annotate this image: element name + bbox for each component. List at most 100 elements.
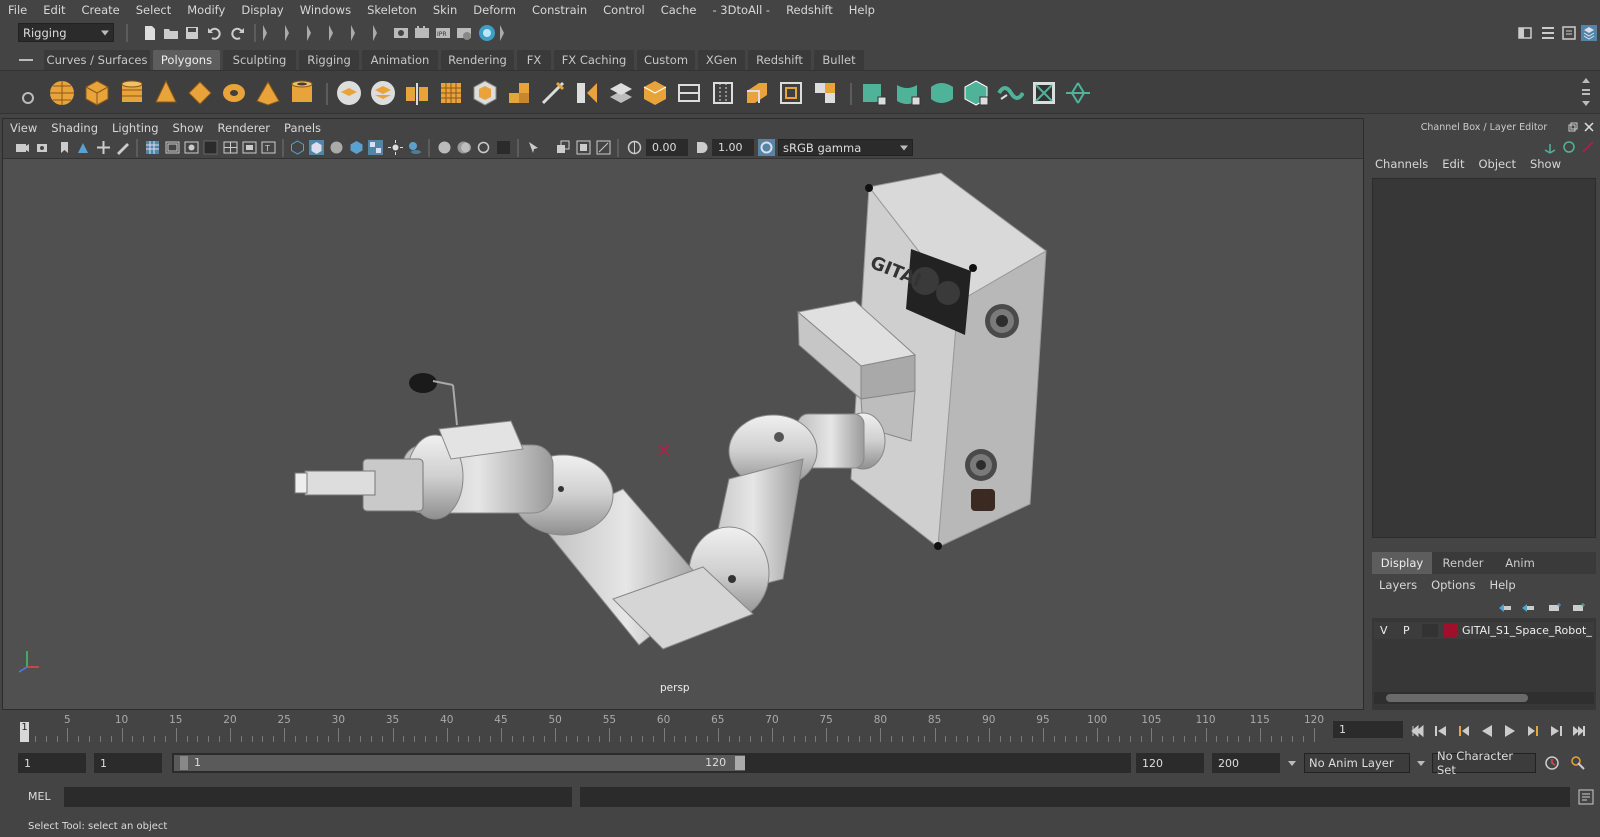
insert-edge-loop-icon[interactable] <box>709 79 737 107</box>
scrollbar-thumb[interactable] <box>1386 694 1528 702</box>
menu-cache[interactable]: Cache <box>653 3 705 17</box>
fill-hole-icon[interactable] <box>743 79 771 107</box>
tab-custom[interactable]: Custom <box>637 50 695 70</box>
uv-spherical-icon[interactable] <box>928 79 956 107</box>
chevron-down-icon[interactable] <box>1416 760 1426 768</box>
le-menu-help[interactable]: Help <box>1482 578 1522 592</box>
ipr-render-icon[interactable]: IPR <box>435 25 451 41</box>
menu-modify[interactable]: Modify <box>179 3 233 17</box>
layer-reference-toggle[interactable] <box>1422 624 1438 637</box>
auto-key-icon[interactable] <box>1544 755 1560 771</box>
expand-icon[interactable] <box>351 25 355 41</box>
cb-menu-show[interactable]: Show <box>1523 157 1568 171</box>
exposure-field[interactable]: 0.00 <box>646 139 688 156</box>
command-input[interactable] <box>64 787 572 807</box>
range-slider-handle[interactable] <box>174 755 746 771</box>
menu-skeleton[interactable]: Skeleton <box>359 3 425 17</box>
render-view-icon[interactable] <box>393 25 409 41</box>
safe-action-icon[interactable] <box>242 140 257 155</box>
target-weld-icon[interactable] <box>573 79 601 107</box>
extrude-icon[interactable] <box>505 79 533 107</box>
anim-layer-dropdown[interactable]: No Anim Layer <box>1304 753 1410 773</box>
tab-fx[interactable]: FX <box>517 50 551 70</box>
cb-menu-edit[interactable]: Edit <box>1435 157 1471 171</box>
expand-icon[interactable] <box>500 25 504 41</box>
vp-menu-shading[interactable]: Shading <box>44 121 105 135</box>
tab-xgen[interactable]: XGen <box>698 50 745 70</box>
poly-pyramid-icon[interactable] <box>254 79 282 107</box>
go-to-end-icon[interactable] <box>1572 724 1586 738</box>
menu-redshift[interactable]: Redshift <box>778 3 841 17</box>
poly-plane-icon[interactable] <box>186 79 214 107</box>
play-forwards-icon[interactable] <box>1503 724 1517 738</box>
poly-cylinder-icon[interactable] <box>118 79 146 107</box>
resolution-gate-icon[interactable] <box>184 140 199 155</box>
character-set-dropdown[interactable]: No Character Set <box>1432 749 1536 777</box>
go-to-start-icon[interactable] <box>1411 724 1425 738</box>
smooth-icon[interactable] <box>437 79 465 107</box>
script-editor-icon[interactable] <box>1578 789 1594 805</box>
menu-skin[interactable]: Skin <box>425 3 465 17</box>
vp-menu-view[interactable]: View <box>3 121 44 135</box>
menu-constrain[interactable]: Constrain <box>524 3 595 17</box>
menu-edit[interactable]: Edit <box>35 3 73 17</box>
expand-icon[interactable] <box>263 25 267 41</box>
tab-anim[interactable]: Anim <box>1494 552 1546 574</box>
anti-aliasing-icon[interactable] <box>596 140 611 155</box>
open-scene-icon[interactable] <box>163 25 179 41</box>
expand-icon[interactable] <box>285 25 289 41</box>
layer-row[interactable]: V P GITAI_S1_Space_Robot_V <box>1374 622 1594 639</box>
vp-menu-show[interactable]: Show <box>166 121 211 135</box>
uv-automatic-icon[interactable] <box>962 79 990 107</box>
use-all-lights-icon[interactable] <box>388 140 403 155</box>
gate-mask-icon[interactable] <box>203 140 218 155</box>
close-icon[interactable] <box>1584 122 1594 132</box>
step-back-frame-icon[interactable] <box>1434 724 1448 738</box>
save-scene-icon[interactable] <box>184 25 200 41</box>
viewport-scene[interactable]: GITAI <box>3 159 1363 709</box>
shelf-scroll-icon[interactable] <box>1580 75 1592 109</box>
animation-start-field[interactable]: 1 <box>18 753 86 773</box>
tab-sculpting[interactable]: Sculpting <box>223 50 296 70</box>
quad-draw-icon[interactable] <box>641 79 669 107</box>
cb-menu-object[interactable]: Object <box>1472 157 1523 171</box>
move-layer-up-icon[interactable] <box>1498 602 1512 614</box>
wireframe-icon[interactable] <box>290 140 305 155</box>
move-layer-down-icon[interactable] <box>1521 602 1535 614</box>
new-layer-icon[interactable] <box>1548 602 1562 614</box>
uv-layout-icon[interactable] <box>1064 79 1092 107</box>
xray-icon[interactable] <box>437 140 452 155</box>
redo-icon[interactable] <box>229 25 245 41</box>
camera-icon[interactable] <box>15 140 30 155</box>
manipulator-icon[interactable] <box>1543 140 1557 154</box>
uv-unfold-icon[interactable] <box>996 79 1024 107</box>
le-menu-layers[interactable]: Layers <box>1372 578 1424 592</box>
vp-menu-lighting[interactable]: Lighting <box>105 121 165 135</box>
ambient-occlusion-icon[interactable] <box>556 140 571 155</box>
exposure-icon[interactable] <box>627 140 642 155</box>
isolate-select-icon[interactable] <box>496 140 511 155</box>
select-camera-icon[interactable] <box>526 140 541 155</box>
poly-pipe-icon[interactable] <box>288 79 316 107</box>
vp-menu-renderer[interactable]: Renderer <box>211 121 278 135</box>
tab-polygons[interactable]: Polygons <box>153 50 220 70</box>
tab-animation[interactable]: Animation <box>362 50 438 70</box>
tab-rigging[interactable]: Rigging <box>299 50 359 70</box>
tool-settings-icon[interactable] <box>1561 25 1577 41</box>
smooth-shade-icon[interactable] <box>309 140 324 155</box>
xray-active-icon[interactable] <box>456 140 471 155</box>
menu-create[interactable]: Create <box>74 3 128 17</box>
safe-title-icon[interactable]: T <box>261 140 276 155</box>
xray-joints-icon[interactable] <box>476 140 491 155</box>
range-start-handle[interactable] <box>180 756 188 770</box>
layer-name[interactable]: GITAI_S1_Space_Robot_V <box>1462 624 1592 637</box>
shadows-icon[interactable] <box>407 140 422 155</box>
grid-icon[interactable] <box>145 140 160 155</box>
combine-icon[interactable] <box>335 79 363 107</box>
separate-icon[interactable] <box>369 79 397 107</box>
mirror-icon[interactable] <box>403 79 431 107</box>
timeline-ruler[interactable]: 5 10 15 20 25 30 35 40 45 50 55 60 65 70 75 80 85 90 95 100… <box>20 714 1324 744</box>
wireframe-on-shaded-icon[interactable] <box>349 140 364 155</box>
animation-preferences-icon[interactable] <box>1570 755 1586 771</box>
menu-windows[interactable]: Windows <box>292 3 359 17</box>
